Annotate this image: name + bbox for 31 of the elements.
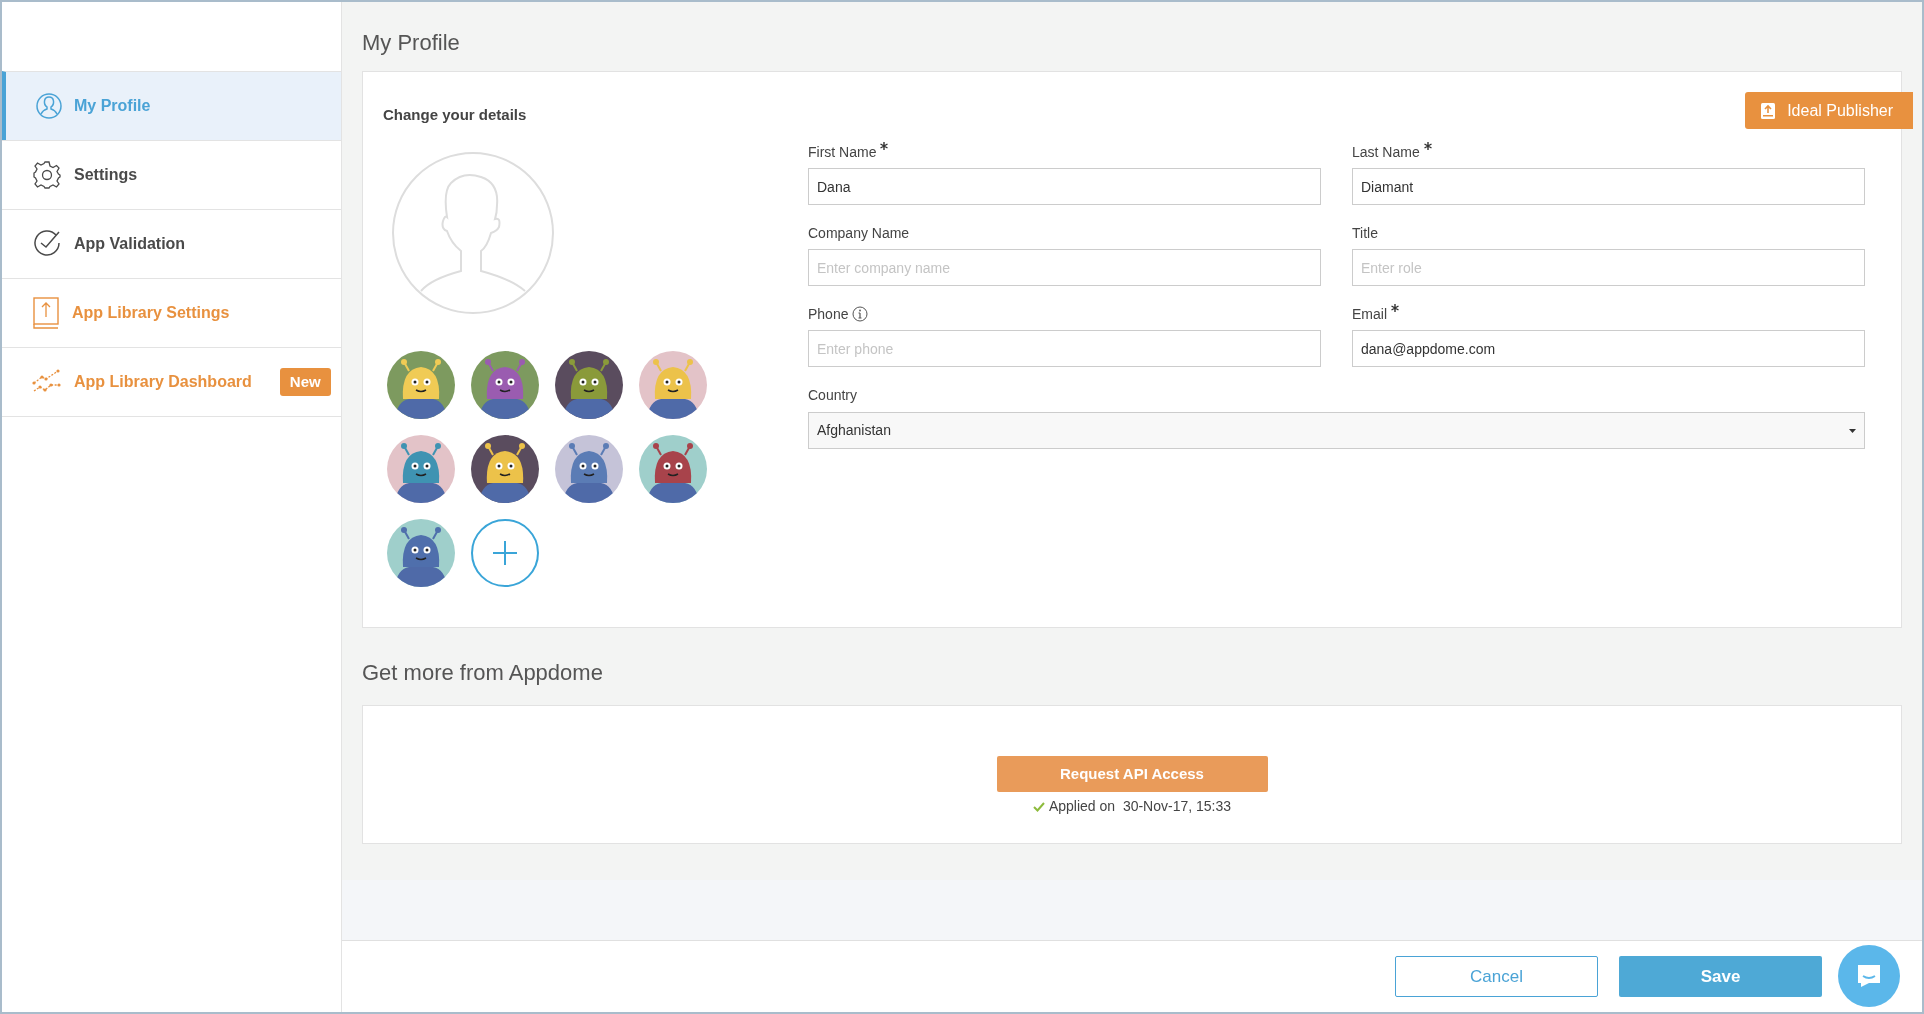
section-heading: Change your details <box>383 105 528 125</box>
chat-icon <box>1855 963 1883 989</box>
section-title: Get more from Appdome <box>362 659 604 687</box>
book-upload-icon <box>32 297 60 329</box>
field-label: Email <box>1352 304 1387 324</box>
check-icon <box>1032 801 1045 812</box>
field-label: Last Name <box>1352 142 1420 162</box>
field-label: First Name <box>808 142 877 162</box>
applied-date: Applied on 30-Nov-17, 15:33 <box>1048 797 1232 816</box>
input-field[interactable]: Dana <box>808 168 1321 205</box>
input-field[interactable]: Enter phone <box>808 330 1321 367</box>
input-field[interactable]: dana@appdome.com <box>1352 330 1865 367</box>
clock-check-icon <box>32 229 62 259</box>
input-field[interactable]: Enter role <box>1352 249 1865 286</box>
info-icon[interactable] <box>852 306 869 322</box>
book-icon <box>1761 102 1776 119</box>
field-label: Title <box>1352 223 1378 243</box>
page-title: My Profile <box>362 29 461 57</box>
ideal-publisher-ribbon: Ideal Publisher <box>1745 92 1913 129</box>
settings-icon <box>32 160 62 190</box>
input-field[interactable]: Enter company name <box>808 249 1321 286</box>
plus-icon <box>493 540 517 565</box>
field-label: Company Name <box>808 223 910 243</box>
user-icon <box>36 93 62 119</box>
input-field[interactable]: Diamant <box>1352 168 1865 205</box>
add-avatar-button[interactable] <box>471 518 539 587</box>
caret-icon <box>1849 428 1856 433</box>
new-badge: New <box>279 367 331 397</box>
field-label: Phone <box>808 304 849 324</box>
country-dropdown[interactable]: Afghanistan <box>808 412 1865 449</box>
field-label: Country <box>808 386 859 405</box>
